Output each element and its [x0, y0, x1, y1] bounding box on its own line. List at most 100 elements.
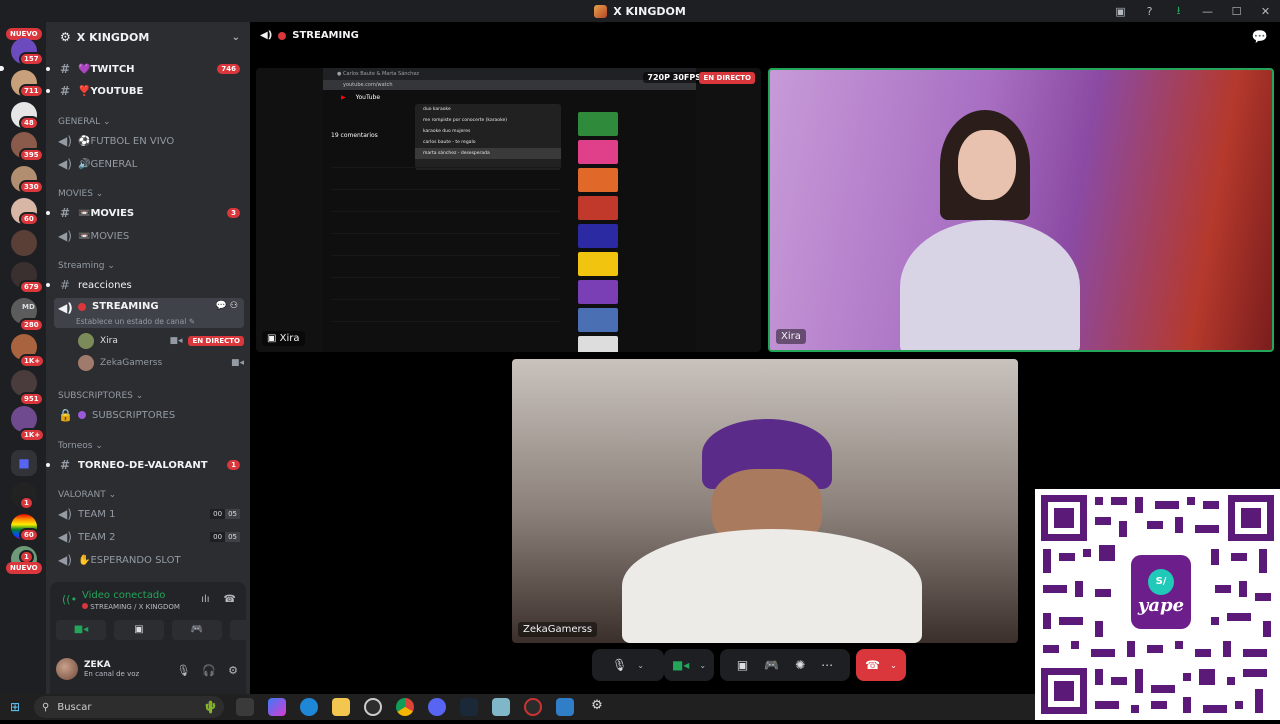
channel-futbol[interactable]: ◀) ⚽FUTBOL EN VIVO — [54, 131, 244, 151]
server-settings-icon: ⚙ — [60, 30, 71, 44]
soundboard-icon[interactable]: ✺ — [795, 658, 805, 672]
guild-header[interactable]: ⚙ X KINGDOM ⌄ — [46, 22, 250, 52]
taskbar-search[interactable]: ⚲ Buscar 🌵 — [34, 696, 224, 718]
category-streaming[interactable]: Streaming ⌄ — [58, 261, 115, 271]
qr-code: S/ yape — [1035, 489, 1280, 720]
red-circle-icon — [82, 603, 88, 609]
purple-circle-icon — [78, 411, 86, 419]
more-icon[interactable]: ⋯ — [821, 658, 833, 672]
channel-subscriptores[interactable]: 🔒 SUBSCRIPTORES — [54, 405, 244, 425]
server-badge: 60 — [19, 528, 39, 542]
screen-share-button[interactable]: ▣ — [114, 620, 164, 640]
channel-esperando[interactable]: ◀) ✋ESPERANDO SLOT — [54, 550, 244, 570]
close-button[interactable]: ✕ — [1251, 5, 1280, 18]
mention-badge: 1 — [227, 460, 240, 470]
user-area[interactable]: ZEKA En canal de voz — [56, 658, 139, 680]
category-subscriptores[interactable]: SUBSCRIPTORES ⌄ — [58, 391, 143, 401]
category-valorant[interactable]: VALORANT ⌄ — [58, 490, 116, 500]
channel-twitch[interactable]: # 💜TWITCH 746 — [54, 59, 244, 79]
camera-icon: ■◂ — [671, 658, 690, 672]
camera-button[interactable]: ■◂ ⌄ — [664, 649, 714, 681]
speaker-icon: ◀) — [58, 507, 72, 521]
disconnect-icon[interactable]: ☎ — [224, 594, 236, 605]
discord-icon[interactable] — [428, 698, 446, 716]
channel-youtube[interactable]: # ❣️YOUTUBE — [54, 81, 244, 101]
minimize-button[interactable]: — — [1193, 5, 1222, 18]
category-movies[interactable]: MOVIES ⌄ — [58, 189, 103, 199]
folder-icon[interactable]: ■ — [11, 450, 37, 476]
category-general[interactable]: GENERAL ⌄ — [58, 117, 111, 127]
channel-sidebar: ⚙ X KINGDOM ⌄ # 💜TWITCH 746 # ❣️YOUTUBE … — [46, 22, 280, 694]
speaker-icon: ◀) — [58, 530, 72, 544]
server-badge: 48 — [19, 116, 39, 130]
download-icon[interactable]: ⭳ — [1164, 2, 1193, 21]
file-explorer-icon[interactable] — [332, 698, 350, 716]
live-badge: EN DIRECTO — [188, 336, 244, 346]
mention-badge: 3 — [227, 208, 240, 218]
headphones-icon[interactable]: 🎧 — [202, 664, 216, 677]
app-icon[interactable] — [364, 698, 382, 716]
help-icon[interactable]: ? — [1135, 5, 1164, 18]
channel-reacciones[interactable]: # reacciones — [54, 275, 244, 295]
server-badge: 395 — [19, 148, 44, 162]
activity-icon[interactable]: 🎮 — [764, 658, 779, 672]
server-icon[interactable] — [11, 230, 37, 256]
windows-start-icon[interactable]: ⊞ — [0, 700, 30, 714]
server-badge: 157 — [19, 52, 44, 66]
speaker-icon: ◀) — [58, 157, 72, 171]
red-circle-icon — [78, 303, 86, 311]
app-icon[interactable] — [556, 698, 574, 716]
disconnect-button[interactable]: ☎ ⌄ — [856, 649, 906, 681]
search-icon: ⚲ — [42, 701, 50, 713]
noise-suppression-icon[interactable]: ılı — [201, 594, 209, 605]
settings-icon[interactable]: ⚙ — [228, 664, 238, 677]
settings-icon[interactable]: ⚙ — [588, 698, 606, 716]
channel-general[interactable]: ◀) 🔊GENERAL — [54, 154, 244, 174]
copilot-icon[interactable] — [268, 698, 286, 716]
server-tag: MD — [22, 303, 35, 311]
avatar — [78, 355, 94, 371]
screen-share-icon[interactable]: ▣ — [1106, 5, 1135, 18]
hangup-icon: ☎ — [865, 658, 881, 672]
camera-button[interactable]: ■◂ — [56, 620, 106, 640]
server-badge: 951 — [19, 392, 44, 406]
screen-share-icon[interactable]: ▣ — [737, 658, 748, 672]
channel-torneo[interactable]: # TORNEO-DE-VALORANT 1 — [54, 455, 244, 475]
server-badge: 60 — [19, 212, 39, 226]
voice-user-xira[interactable]: Xira ■◂ EN DIRECTO — [78, 331, 244, 351]
chrome-icon[interactable] — [396, 698, 414, 716]
steam-icon[interactable] — [460, 698, 478, 716]
voice-location[interactable]: STREAMING / X KINGDOM — [90, 603, 180, 611]
camera-tile-zeka[interactable]: ZekaGamerss — [512, 359, 1018, 643]
chat-icon[interactable]: 💬 — [1252, 30, 1268, 45]
guild-name: X KINGDOM — [76, 30, 150, 44]
obs-icon[interactable] — [524, 698, 542, 716]
activity-button[interactable]: 🎮 — [172, 620, 222, 640]
channel-team2[interactable]: ◀) TEAM 2 00 05 — [54, 527, 244, 547]
server-icon — [594, 4, 608, 18]
user-limit: 00 05 — [210, 532, 240, 542]
microphone-icon[interactable]: 🎙 — [176, 664, 190, 677]
screen-share-tile[interactable]: ● Carlos Baute & Marta Sánchez youtube.c… — [256, 68, 761, 352]
category-torneos[interactable]: Torneos ⌄ — [58, 441, 103, 451]
signal-icon[interactable]: ((• — [62, 593, 77, 606]
channel-movies-text[interactable]: # 📼MOVIES 3 — [54, 203, 244, 223]
screen-icon: ▣ — [267, 333, 277, 344]
app-icon[interactable] — [492, 698, 510, 716]
task-view-icon[interactable] — [236, 698, 254, 716]
edge-icon[interactable] — [300, 698, 318, 716]
maximize-button[interactable]: ☐ — [1222, 5, 1251, 18]
channel-movies-voice[interactable]: ◀) 📼MOVIES — [54, 226, 244, 246]
channel-status-hint[interactable]: Establece un estado de canal ✎ — [76, 317, 195, 326]
hash-icon: # — [59, 278, 71, 292]
chevron-down-icon: ⌄ — [890, 660, 897, 670]
voice-status[interactable]: Video conectado — [82, 590, 165, 601]
mute-button[interactable]: 🎙 ⌄ — [592, 649, 664, 681]
channel-team1[interactable]: ◀) TEAM 1 00 05 — [54, 504, 244, 524]
camera-tile-xira[interactable]: Xira — [768, 68, 1274, 352]
voice-user-zeka[interactable]: ZekaGamerss ■◂ — [78, 353, 244, 373]
server-badge: 1 — [19, 496, 34, 510]
server-badge: 1K+ — [19, 428, 46, 442]
speaker-icon: ◀) — [58, 229, 72, 243]
chat-icon[interactable]: 💬 ⚇ — [216, 301, 238, 311]
